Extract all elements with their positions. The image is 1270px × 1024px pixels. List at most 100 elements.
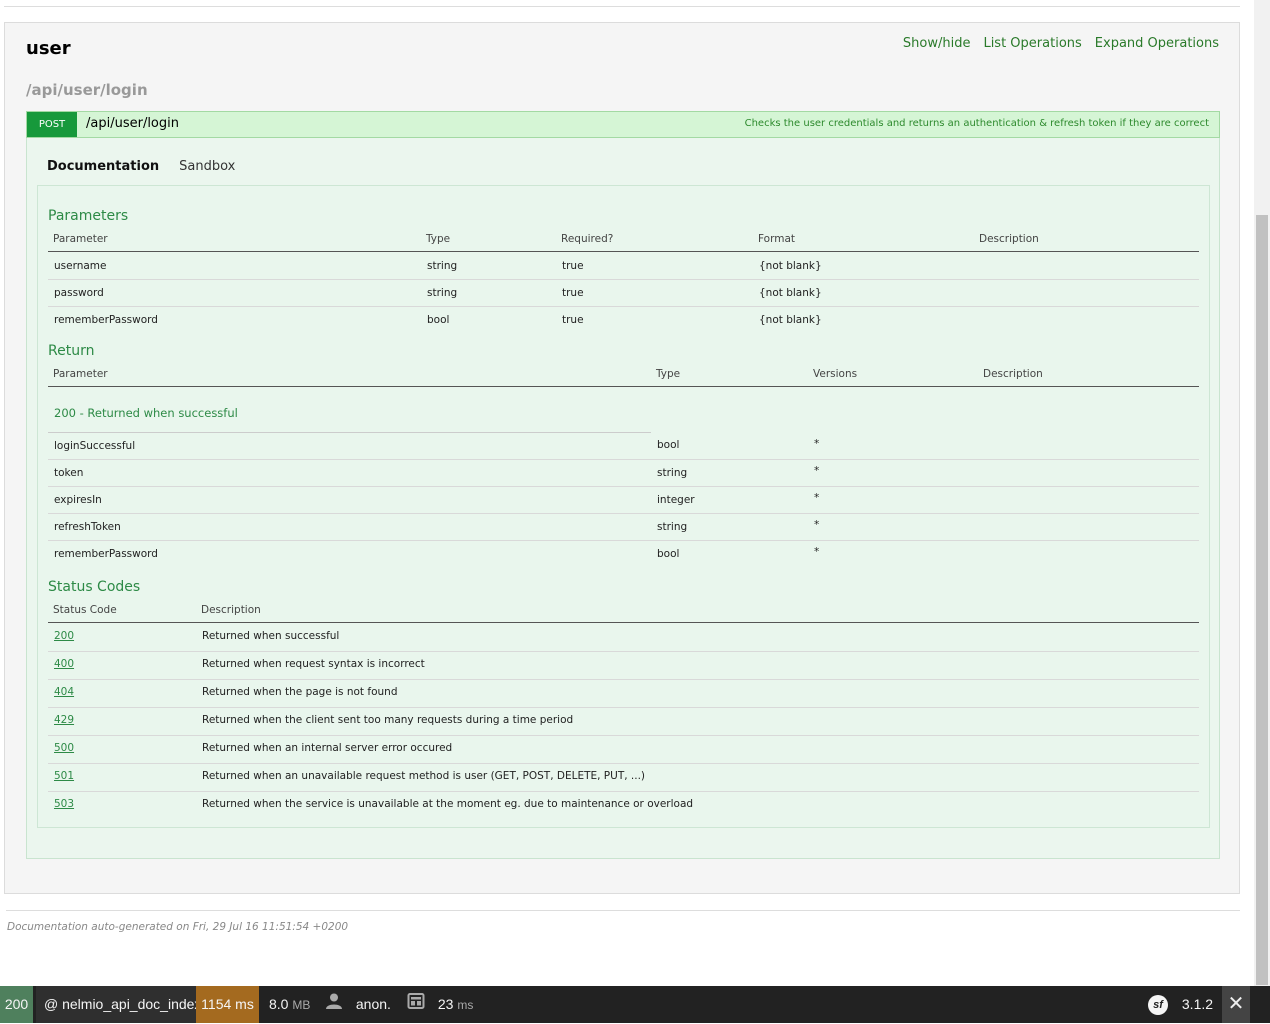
- return-type: bool: [657, 548, 680, 560]
- return-type: string: [657, 521, 688, 533]
- http-method-badge: POST: [27, 112, 77, 137]
- return-name: token: [54, 467, 84, 479]
- route-name[interactable]: @ nelmio_api_doc_index: [36, 986, 210, 1023]
- parameters-table-header: Parameter Type Required? Format Descript…: [48, 232, 1199, 252]
- path-heading: /api/user/login: [26, 81, 148, 99]
- list-operations-link[interactable]: List Operations: [983, 36, 1081, 51]
- tab-documentation[interactable]: Documentation: [47, 159, 159, 174]
- vertical-scrollbar[interactable]: [1254, 0, 1270, 986]
- return-type: bool: [657, 439, 680, 451]
- user-name: anon.: [355, 996, 391, 1012]
- tab-sandbox[interactable]: Sandbox: [179, 159, 235, 174]
- param-required: true: [562, 260, 584, 272]
- param-type: string: [427, 260, 458, 272]
- status-codes-table-header: Status Code Description: [48, 603, 1199, 623]
- table-row: 501 Returned when an unavailable request…: [48, 763, 1199, 792]
- table-row: rememberPassword bool true {not blank}: [48, 306, 1199, 333]
- resource-links: Show/hide List Operations Expand Operati…: [903, 36, 1219, 51]
- table-row: 503 Returned when the service is unavail…: [48, 791, 1199, 819]
- return-name: refreshToken: [54, 521, 121, 533]
- return-versions: *: [814, 546, 820, 558]
- return-versions: *: [814, 519, 820, 531]
- status-description: Returned when the client sent too many r…: [202, 714, 574, 726]
- status-code-link[interactable]: 429: [54, 714, 74, 726]
- status-description: Returned when the service is unavailable…: [202, 798, 694, 810]
- status-description: Returned when the page is not found: [202, 686, 398, 698]
- param-format: {not blank}: [759, 314, 822, 326]
- table-row: loginSuccessful bool *: [48, 432, 1199, 460]
- col-description: Description: [979, 233, 1039, 245]
- table-row: password string true {not blank}: [48, 279, 1199, 307]
- operation-body: Documentation Sandbox Parameters Paramet…: [26, 138, 1220, 859]
- param-name: password: [54, 287, 104, 299]
- status-description: Returned when request syntax is incorrec…: [202, 658, 425, 670]
- col-versions: Versions: [813, 368, 858, 380]
- footer-divider: [6, 910, 1240, 911]
- user-icon: [325, 987, 343, 1024]
- table-row: token string *: [48, 459, 1199, 487]
- col-status-code: Status Code: [53, 604, 117, 616]
- database-time-unit: ms: [457, 998, 474, 1012]
- request-time-badge[interactable]: 1154 ms: [196, 986, 259, 1023]
- parameters-heading: Parameters: [48, 208, 129, 224]
- status-code-link[interactable]: 500: [54, 742, 74, 754]
- return-name: loginSuccessful: [54, 440, 136, 452]
- symfony-debug-toolbar: 200 @ nelmio_api_doc_index 1154 ms 8.0 M…: [0, 986, 1270, 1023]
- database-icon: [407, 987, 425, 1024]
- status-code-link[interactable]: 503: [54, 798, 74, 810]
- status-code-link[interactable]: 400: [54, 658, 74, 670]
- status-code-link[interactable]: 404: [54, 686, 74, 698]
- table-row: 429 Returned when the client sent too ma…: [48, 707, 1199, 736]
- return-status-subheading: 200 - Returned when successful: [54, 406, 238, 420]
- status-description: Returned when successful: [202, 630, 340, 642]
- scrollbar-thumb[interactable]: [1256, 215, 1268, 985]
- param-type: bool: [427, 314, 450, 326]
- status-code-badge[interactable]: 200: [0, 986, 33, 1023]
- return-versions: *: [814, 438, 820, 450]
- param-type: string: [427, 287, 458, 299]
- operation-header[interactable]: POST /api/user/login Checks the user cre…: [26, 111, 1220, 138]
- return-name: rememberPassword: [54, 548, 158, 560]
- param-required: true: [562, 314, 584, 326]
- status-codes-heading: Status Codes: [48, 579, 141, 595]
- return-versions: *: [814, 492, 820, 504]
- table-row: rememberPassword bool *: [48, 540, 1199, 567]
- status-description: Returned when an internal server error o…: [202, 742, 453, 754]
- param-name: username: [54, 260, 107, 272]
- return-heading: Return: [48, 343, 95, 359]
- table-row: expiresIn integer *: [48, 486, 1199, 514]
- status-code-link[interactable]: 200: [54, 630, 74, 642]
- param-format: {not blank}: [759, 287, 822, 299]
- memory-unit: MB: [292, 998, 311, 1012]
- footer-generated-note: Documentation auto-generated on Fri, 29 …: [7, 921, 349, 933]
- return-type: integer: [657, 494, 695, 506]
- table-row: username string true {not blank}: [48, 252, 1199, 280]
- operation-path[interactable]: /api/user/login: [86, 116, 179, 131]
- col-type: Type: [426, 233, 451, 245]
- resource-title: user: [26, 38, 71, 59]
- table-row: 200 Returned when successful: [48, 623, 1199, 652]
- symfony-logo-icon: sf: [1148, 995, 1168, 1016]
- show-hide-link[interactable]: Show/hide: [903, 36, 971, 51]
- return-table-header: Parameter Type Versions Description: [48, 367, 1199, 387]
- return-name: expiresIn: [54, 494, 102, 506]
- table-row: 404 Returned when the page is not found: [48, 679, 1199, 708]
- symfony-version[interactable]: sf 3.1.2: [1148, 986, 1213, 1023]
- top-divider: [4, 6, 1240, 7]
- col-required: Required?: [561, 233, 614, 245]
- security-user[interactable]: anon.: [325, 986, 391, 1023]
- symfony-version-label: 3.1.2: [1181, 996, 1214, 1012]
- col-type: Type: [656, 368, 681, 380]
- col-parameter: Parameter: [53, 368, 108, 380]
- close-icon[interactable]: ✕: [1222, 986, 1250, 1023]
- expand-operations-link[interactable]: Expand Operations: [1095, 36, 1219, 51]
- documentation-panel: Parameters Parameter Type Required? Form…: [37, 185, 1210, 828]
- status-code-link[interactable]: 501: [54, 770, 74, 782]
- return-type: string: [657, 467, 688, 479]
- col-description: Description: [983, 368, 1043, 380]
- resource-user: user Show/hide List Operations Expand Op…: [4, 22, 1240, 894]
- memory-usage[interactable]: 8.0 MB: [269, 986, 310, 1023]
- col-parameter: Parameter: [53, 233, 108, 245]
- operation-tabs: Documentation Sandbox: [47, 159, 235, 174]
- database-queries[interactable]: 23 ms: [407, 986, 473, 1023]
